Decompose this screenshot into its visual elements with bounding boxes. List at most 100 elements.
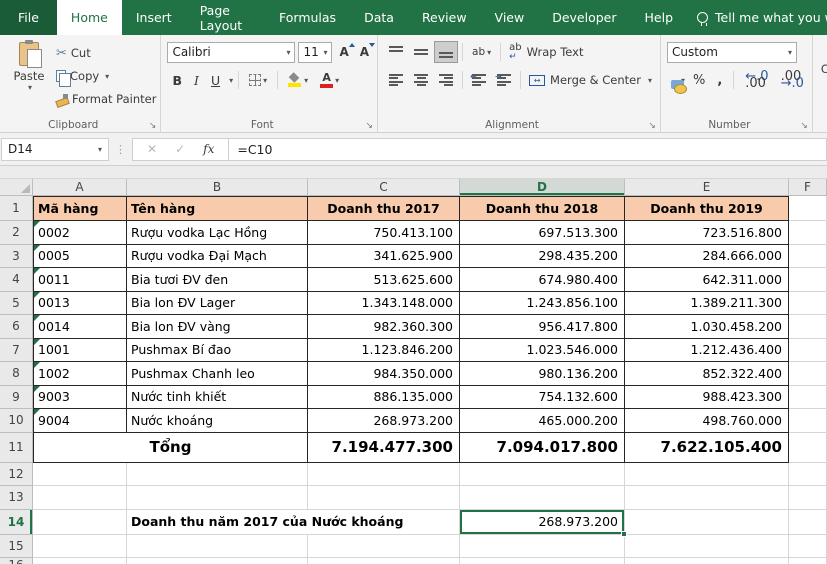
cancel-button[interactable]: ✕ [139, 142, 165, 156]
cell-c2[interactable]: 750.413.100 [308, 221, 460, 245]
cell-c3[interactable]: 341.625.900 [308, 245, 460, 269]
cell-a13[interactable] [33, 486, 127, 510]
cell-e4[interactable]: 642.311.000 [625, 268, 789, 292]
cell-e1[interactable]: Doanh thu 2019 [625, 196, 789, 221]
select-all-corner[interactable] [0, 179, 33, 196]
decrease-decimal-button[interactable]: .00→.0 [777, 71, 808, 89]
cell-b4[interactable]: Bia tươi ĐV đen [127, 268, 308, 292]
cell-c9[interactable]: 886.135.000 [308, 386, 460, 410]
tab-insert[interactable]: Insert [122, 0, 186, 35]
cell-f2[interactable] [789, 221, 827, 245]
cell-f4[interactable] [789, 268, 827, 292]
tab-page-layout[interactable]: Page Layout [186, 0, 265, 35]
orientation-button[interactable]: ab▾ [467, 41, 496, 63]
cell-e6[interactable]: 1.030.458.200 [625, 315, 789, 339]
cell-a4[interactable]: 0011 [33, 268, 127, 292]
cell-b13[interactable] [127, 486, 308, 510]
bold-button[interactable]: B [167, 71, 187, 90]
cell-d5[interactable]: 1.243.856.100 [460, 292, 625, 316]
cell-f6[interactable] [789, 315, 827, 339]
cell-a6[interactable]: 0014 [33, 315, 127, 339]
comma-style-button[interactable]: , [713, 71, 726, 90]
column-header-a[interactable]: A [33, 179, 127, 196]
cell-e12[interactable] [625, 463, 789, 487]
decrease-indent-button[interactable] [467, 69, 491, 91]
cell-b8[interactable]: Pushmax Chanh leo [127, 362, 308, 386]
row-header-16[interactable]: 16 [0, 558, 33, 564]
insert-function-button[interactable]: fx [195, 142, 222, 156]
cell-f12[interactable] [789, 463, 827, 487]
cell-e11[interactable]: 7.622.105.400 [625, 433, 789, 463]
cell-a5[interactable]: 0013 [33, 292, 127, 316]
cell-f14[interactable] [789, 510, 827, 535]
cell-e15[interactable] [625, 535, 789, 559]
clipboard-dialog-launcher[interactable]: ↘ [149, 121, 157, 131]
row-header-3[interactable]: 3 [0, 245, 33, 269]
cell-c6[interactable]: 982.360.300 [308, 315, 460, 339]
paste-dropdown-icon[interactable]: ▾ [28, 83, 32, 92]
cell-c7[interactable]: 1.123.846.200 [308, 339, 460, 363]
cell-c5[interactable]: 1.343.148.000 [308, 292, 460, 316]
cell-f8[interactable] [789, 362, 827, 386]
cell-a9[interactable]: 9003 [33, 386, 127, 410]
fill-color-button[interactable]: ▾ [283, 71, 313, 89]
cell-a16[interactable] [33, 558, 127, 564]
cell-c11[interactable]: 7.194.477.300 [308, 433, 460, 463]
cell-c10[interactable]: 268.973.200 [308, 409, 460, 433]
column-header-b[interactable]: B [127, 179, 308, 196]
row-header-12[interactable]: 12 [0, 463, 33, 487]
cell-b1[interactable]: Tên hàng [127, 196, 308, 221]
row-header-2[interactable]: 2 [0, 221, 33, 245]
cell-e5[interactable]: 1.389.211.300 [625, 292, 789, 316]
cell-e13[interactable] [625, 486, 789, 510]
cell-d14-selected[interactable]: 268.973.200 [460, 510, 625, 535]
column-header-f[interactable]: F [789, 179, 827, 196]
cell-d8[interactable]: 980.136.200 [460, 362, 625, 386]
cell-f7[interactable] [789, 339, 827, 363]
align-left-button[interactable] [384, 69, 408, 91]
number-dialog-launcher[interactable]: ↘ [800, 121, 808, 131]
cell-d6[interactable]: 956.417.800 [460, 315, 625, 339]
number-format-select[interactable]: Custom ▾ [667, 42, 797, 63]
cell-b6[interactable]: Bia lon ĐV vàng [127, 315, 308, 339]
row-header-14[interactable]: 14 [0, 510, 33, 535]
cell-d2[interactable]: 697.513.300 [460, 221, 625, 245]
cell-f10[interactable] [789, 409, 827, 433]
cell-a1[interactable]: Mã hàng [33, 196, 127, 221]
row-header-11[interactable]: 11 [0, 433, 33, 463]
cell-d15[interactable] [460, 535, 625, 559]
cell-d1[interactable]: Doanh thu 2018 [460, 196, 625, 221]
cell-f13[interactable] [789, 486, 827, 510]
conditional-formatting-button[interactable]: Conditional Formatting [812, 35, 827, 132]
row-header-7[interactable]: 7 [0, 339, 33, 363]
cell-d12[interactable] [460, 463, 625, 487]
cell-d11[interactable]: 7.094.017.800 [460, 433, 625, 463]
cell-c15[interactable] [308, 535, 460, 559]
grow-font-button[interactable]: A [335, 43, 352, 61]
name-box[interactable]: D14 ▾ [1, 138, 109, 161]
cell-b3[interactable]: Rượu vodka Đại Mạch [127, 245, 308, 269]
alignment-dialog-launcher[interactable]: ↘ [648, 121, 656, 131]
copy-button[interactable]: Copy ▾ [56, 66, 156, 86]
column-header-e[interactable]: E [625, 179, 789, 196]
tab-home[interactable]: Home [57, 0, 122, 35]
cell-d13[interactable] [460, 486, 625, 510]
tab-formulas[interactable]: Formulas [265, 0, 350, 35]
cell-d7[interactable]: 1.023.546.000 [460, 339, 625, 363]
cell-c8[interactable]: 984.350.000 [308, 362, 460, 386]
merge-center-button[interactable]: ↔ Merge & Center ▾ [525, 73, 656, 87]
cell-e2[interactable]: 723.516.800 [625, 221, 789, 245]
cell-a14[interactable] [33, 510, 127, 535]
cell-c16[interactable] [308, 558, 460, 564]
name-box-dropdown-icon[interactable]: ▾ [98, 145, 102, 154]
cell-e14[interactable] [625, 510, 789, 535]
tab-data[interactable]: Data [350, 0, 408, 35]
cell-d16[interactable] [460, 558, 625, 564]
copy-dropdown-icon[interactable]: ▾ [105, 72, 109, 81]
cell-b2[interactable]: Rượu vodka Lạc Hồng [127, 221, 308, 245]
cell-d4[interactable]: 674.980.400 [460, 268, 625, 292]
underline-dropdown-icon[interactable]: ▾ [229, 76, 233, 85]
cell-c1[interactable]: Doanh thu 2017 [308, 196, 460, 221]
cut-button[interactable]: ✂ Cut [56, 43, 156, 63]
cell-f3[interactable] [789, 245, 827, 269]
